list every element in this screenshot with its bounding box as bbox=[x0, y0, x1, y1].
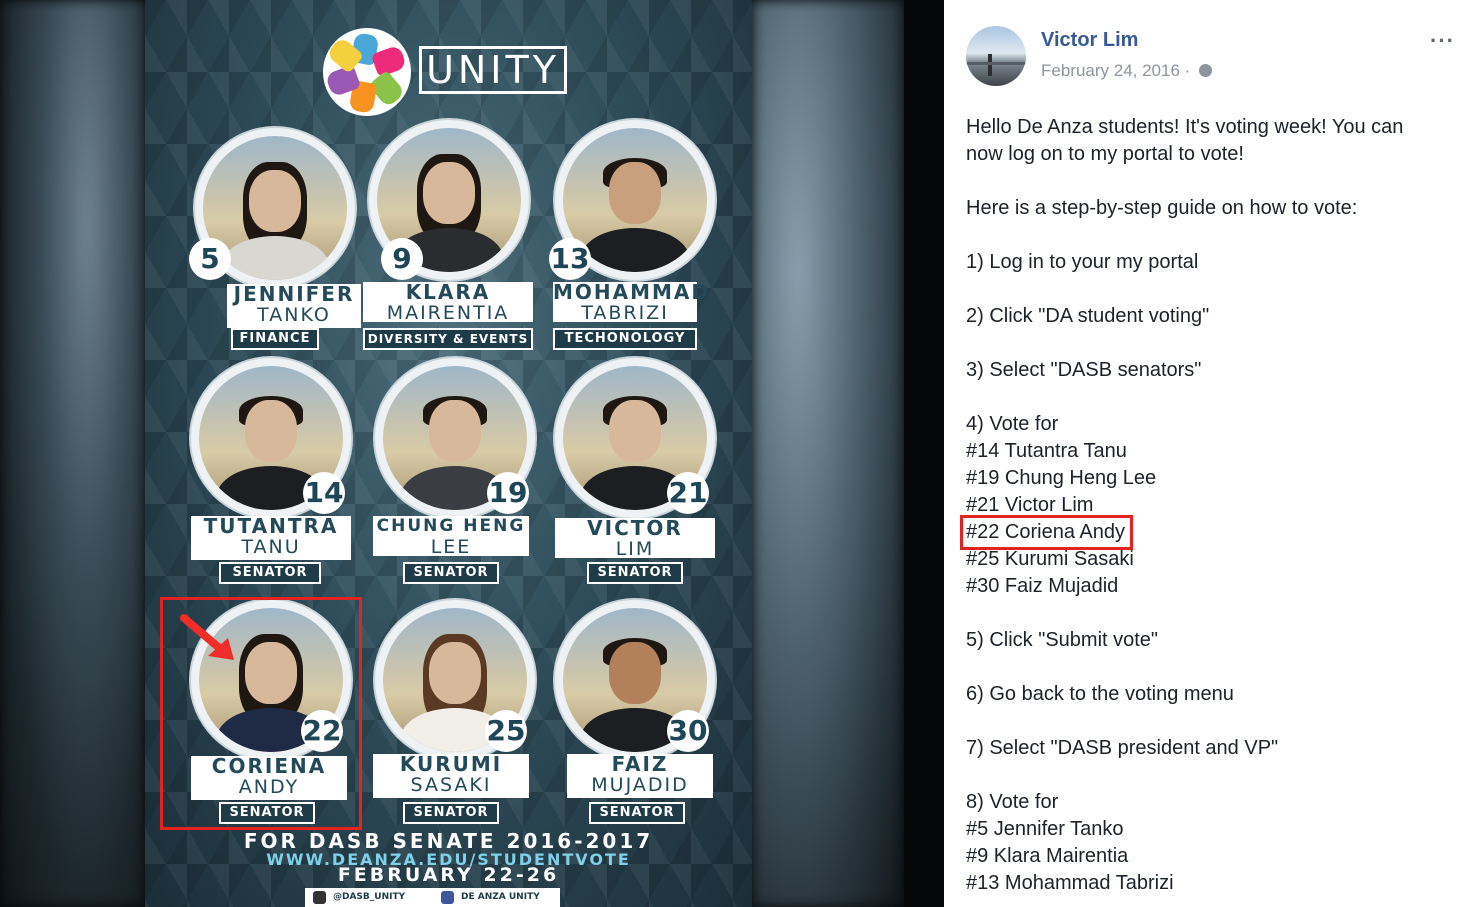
post-timestamp[interactable]: February 24, 2016 · bbox=[1041, 61, 1213, 81]
author-name[interactable]: Victor Lim bbox=[1041, 29, 1138, 52]
post-line bbox=[966, 276, 1461, 303]
candidate-last-name: TANU bbox=[241, 536, 301, 558]
post-line: now log on to my portal to vote! bbox=[966, 143, 1244, 165]
globe-icon bbox=[1199, 64, 1213, 77]
instagram-handle: @DASB_UNITY bbox=[333, 892, 406, 902]
blurred-background-left bbox=[0, 0, 145, 907]
post-line bbox=[966, 384, 1461, 411]
candidate-role: FINANCE bbox=[231, 328, 319, 350]
post-line: Hello De Anza students! It's voting week… bbox=[966, 116, 1404, 138]
candidate-first-name: TUTANTRA bbox=[203, 514, 339, 538]
post-line: #9 Klara Mairentia bbox=[966, 845, 1129, 867]
highlighted-vote-line: #22 Coriena Andy bbox=[959, 515, 1134, 550]
post-line: #21 Victor Lim bbox=[966, 494, 1094, 516]
candidate-role: TECHONOLOGY bbox=[553, 328, 697, 350]
post-line bbox=[966, 654, 1461, 681]
facebook-handle: DE ANZA UNITY bbox=[461, 892, 540, 902]
post-line: #5 Jennifer Tanko bbox=[966, 818, 1124, 840]
blurred-background-right bbox=[752, 0, 904, 907]
candidate-number: 21 bbox=[667, 472, 709, 514]
post-line: 5) Click "Submit vote" bbox=[966, 629, 1159, 651]
candidate-first-name: JENNIFER bbox=[233, 282, 355, 306]
candidate-card-5: 5 JENNIFER TANKO FINANCE bbox=[189, 128, 369, 368]
candidate-role: DIVERSITY & EVENTS bbox=[363, 328, 533, 350]
candidate-role: SENATOR bbox=[403, 562, 499, 584]
candidate-last-name: MUJADID bbox=[591, 774, 689, 796]
candidate-number: 30 bbox=[667, 710, 709, 752]
instagram-icon bbox=[313, 891, 326, 904]
candidate-first-name: VICTOR bbox=[587, 516, 683, 540]
candidate-role: SENATOR bbox=[219, 562, 321, 584]
post-line bbox=[966, 168, 1461, 195]
photo-viewer[interactable]: UNITY 5 JENNIFER TANKO FINANCE 9 KLARA M… bbox=[0, 0, 944, 907]
candidate-card-21: 21 VICTOR LIM SENATOR bbox=[549, 358, 729, 598]
post-line bbox=[966, 708, 1461, 735]
post-line: Here is a step-by-step guide on how to v… bbox=[966, 197, 1358, 219]
post-line bbox=[966, 330, 1461, 357]
candidate-first-name: KLARA bbox=[405, 280, 491, 304]
post-line: 8) Vote for bbox=[966, 791, 1059, 813]
candidate-last-name: MAIRENTIA bbox=[386, 302, 510, 324]
candidate-card-13: 13 MOHAMMAD TABRIZI TECHONOLOGY bbox=[549, 120, 729, 360]
avatar[interactable] bbox=[966, 26, 1026, 86]
candidate-role: SENATOR bbox=[589, 802, 685, 824]
candidate-last-name: LEE bbox=[430, 536, 472, 558]
post-line: 3) Select "DASB senators" bbox=[966, 359, 1202, 381]
post-line: #14 Tutantra Tanu bbox=[966, 440, 1127, 462]
candidate-last-name: TANKO bbox=[257, 304, 331, 326]
post-panel: Victor Lim February 24, 2016 · ··· Hello… bbox=[944, 0, 1476, 907]
candidate-number: 13 bbox=[549, 238, 591, 280]
viewer-edge bbox=[904, 0, 944, 907]
social-handles: @DASB_UNITY DE ANZA UNITY bbox=[305, 888, 560, 907]
red-arrow-icon bbox=[180, 614, 234, 660]
candidate-card-25: 25 KURUMI SASAKI SENATOR bbox=[369, 600, 549, 840]
post-line bbox=[966, 600, 1461, 627]
post-line: 2) Click "DA student voting" bbox=[966, 305, 1210, 327]
post-line: 4) Vote for bbox=[966, 413, 1059, 435]
poster-footer-dates: FEBRUARY 22-26 bbox=[337, 864, 560, 886]
post-line: #30 Faiz Mujadid bbox=[966, 575, 1119, 597]
candidate-role: SENATOR bbox=[403, 802, 499, 824]
candidate-card-9: 9 KLARA MAIRENTIA DIVERSITY & EVENTS bbox=[363, 120, 543, 360]
post-text: Hello De Anza students! It's voting week… bbox=[959, 114, 1461, 897]
candidate-number: 19 bbox=[487, 472, 529, 514]
post-line: #13 Mohammad Tabrizi bbox=[966, 872, 1174, 894]
post-line: #19 Chung Heng Lee bbox=[966, 467, 1157, 489]
post-line bbox=[966, 762, 1461, 789]
facebook-icon bbox=[441, 891, 454, 904]
more-options-icon[interactable]: ··· bbox=[1430, 28, 1455, 54]
post-line: 7) Select "DASB president and VP" bbox=[966, 737, 1279, 759]
candidate-number: 14 bbox=[303, 472, 345, 514]
candidate-card-14: 14 TUTANTRA TANU SENATOR bbox=[185, 358, 365, 598]
post-line: 6) Go back to the voting menu bbox=[966, 683, 1234, 705]
candidate-first-name: MOHAMMAD bbox=[553, 280, 711, 304]
candidate-number: 25 bbox=[485, 710, 527, 752]
unity-hands-logo-icon bbox=[323, 28, 411, 116]
candidate-first-name: KURUMI bbox=[399, 752, 503, 776]
post-line: #25 Kurumi Sasaki bbox=[966, 548, 1134, 570]
post-date[interactable]: February 24, 2016 · bbox=[1041, 61, 1190, 80]
campaign-poster-image[interactable]: UNITY 5 JENNIFER TANKO FINANCE 9 KLARA M… bbox=[145, 0, 752, 907]
candidate-last-name: SASAKI bbox=[410, 774, 492, 796]
candidate-first-name: FAIZ bbox=[611, 752, 669, 776]
candidate-number: 5 bbox=[189, 238, 231, 280]
candidate-last-name: TABRIZI bbox=[581, 302, 669, 324]
candidate-card-19: 19 CHUNG HENG LEE SENATOR bbox=[369, 358, 549, 598]
candidate-card-30: 30 FAIZ MUJADID SENATOR bbox=[549, 600, 729, 840]
poster-title: UNITY bbox=[419, 46, 567, 94]
candidate-role: SENATOR bbox=[587, 562, 683, 584]
candidate-first-name: CHUNG HENG bbox=[376, 516, 526, 536]
candidate-number: 9 bbox=[381, 238, 423, 280]
candidate-last-name: LIM bbox=[615, 538, 655, 560]
post-line: 1) Log in to your my portal bbox=[966, 251, 1199, 273]
post-line bbox=[966, 222, 1461, 249]
